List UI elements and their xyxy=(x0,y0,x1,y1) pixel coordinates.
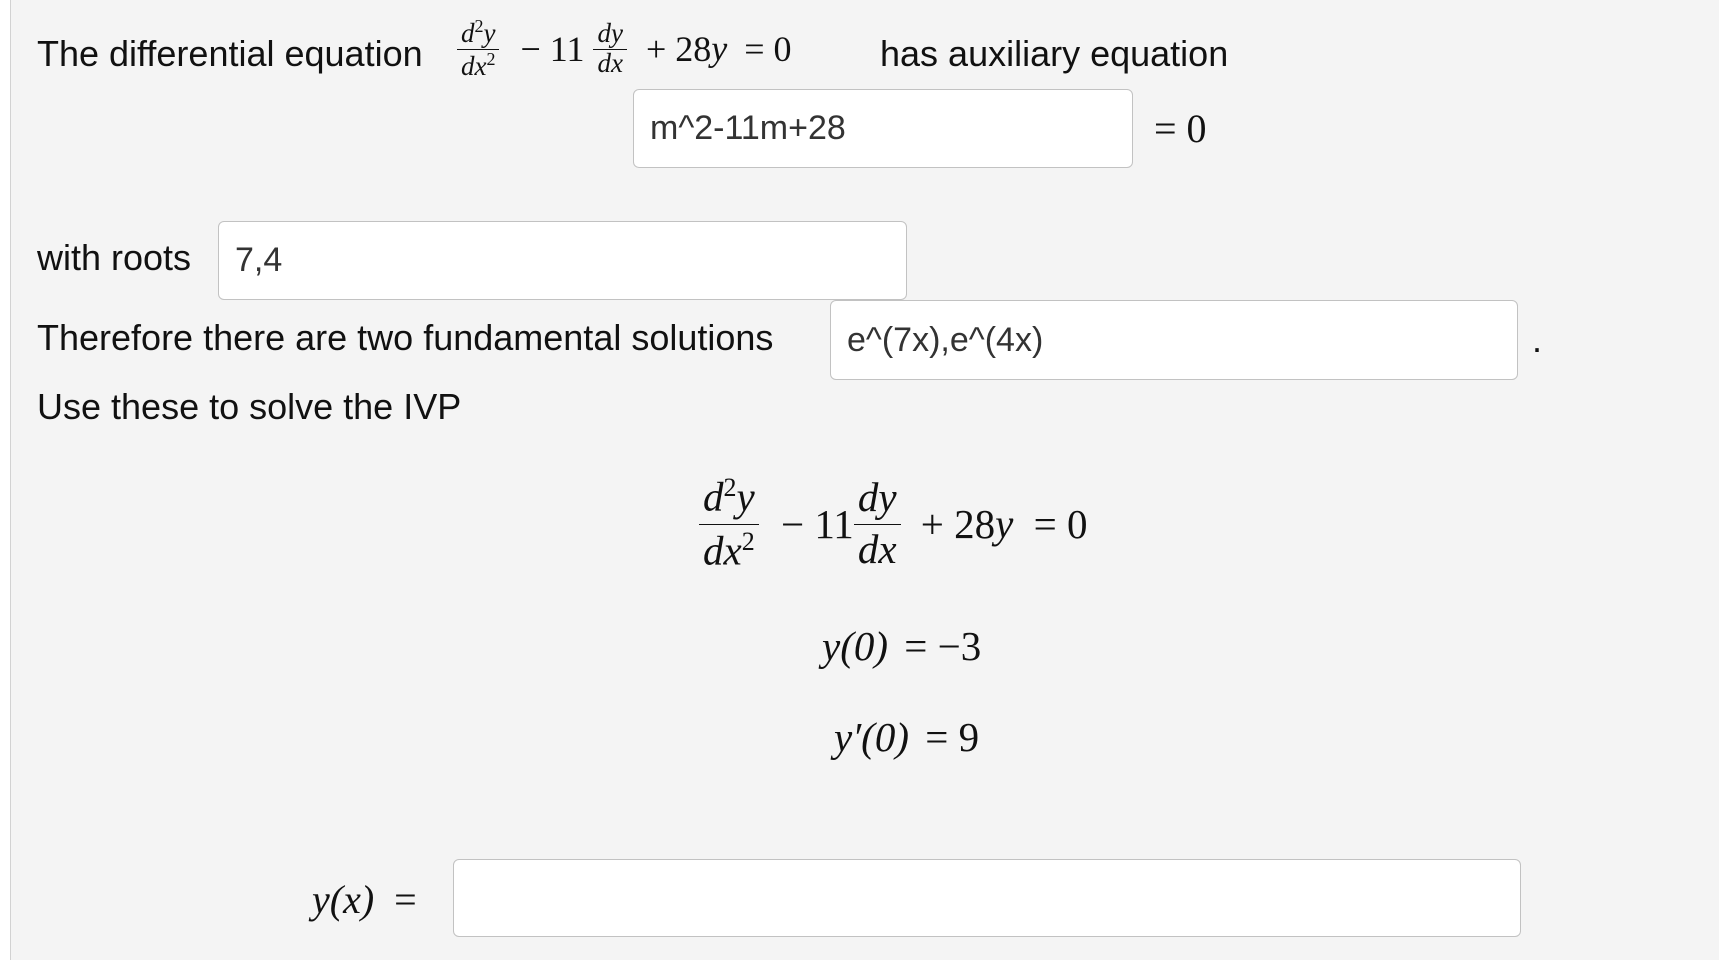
auxiliary-equation-input[interactable] xyxy=(633,89,1133,168)
roots-input[interactable] xyxy=(218,221,907,300)
display-first-derivative: dy dx xyxy=(853,474,901,573)
roots-label: with roots xyxy=(37,237,192,278)
ivp-label: Use these to solve the IVP xyxy=(37,386,462,427)
intro-prefix: The differential equation xyxy=(37,33,423,74)
display-second-derivative: d2y dx2 xyxy=(699,473,759,574)
initial-condition-yprime: y′(0) = 9 xyxy=(834,714,980,760)
aux-equals-zero: = 0 xyxy=(1154,106,1207,151)
display-ode: d2y dx2 − 11 dy dx + 28y = 0 xyxy=(699,473,1087,574)
answer-input[interactable] xyxy=(453,859,1521,937)
initial-condition-y: y(0) = −3 xyxy=(822,623,982,669)
intro-suffix: has auxiliary equation xyxy=(880,33,1229,74)
question-panel: The differential equation d2y dx2 − 11 d… xyxy=(10,0,1719,960)
inline-ode: d2y dx2 − 11 dy dx + 28y = 0 xyxy=(457,17,792,80)
answer-label: y(x) = xyxy=(312,877,417,922)
fundamental-solutions-input[interactable] xyxy=(830,300,1518,380)
fundamental-label: Therefore there are two fundamental solu… xyxy=(37,317,774,358)
inline-second-derivative: d2y dx2 xyxy=(457,17,500,80)
fundamental-period: . xyxy=(1532,319,1543,360)
inline-first-derivative: dy dx xyxy=(593,19,627,77)
